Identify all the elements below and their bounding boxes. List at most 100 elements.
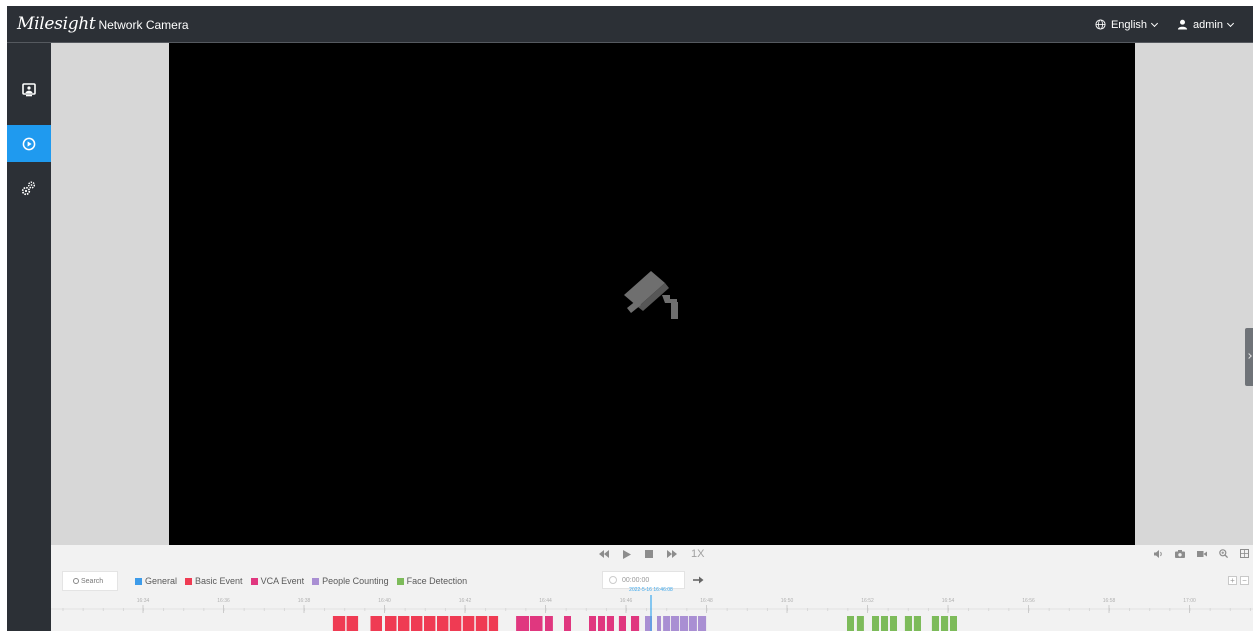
timeline-event-block[interactable]: [618, 616, 626, 631]
video-player[interactable]: [169, 43, 1135, 545]
timeline-event-block[interactable]: [606, 616, 614, 631]
timeline-tick-label: 16:56: [1022, 598, 1035, 604]
rewind-button[interactable]: [599, 550, 609, 558]
zoom-icon: [1219, 549, 1228, 558]
timeline-event-block[interactable]: [657, 616, 661, 631]
stop-button[interactable]: [645, 550, 653, 558]
legend-swatch: [312, 577, 320, 585]
timeline-event-block[interactable]: [449, 616, 462, 631]
timeline-cursor-label: 2022-5-16 16:46:08: [629, 587, 673, 593]
timeline-zoom-in-button[interactable]: +: [1228, 576, 1237, 585]
timeline-tick-label: 16:34: [136, 598, 150, 604]
timeline-event-block[interactable]: [462, 616, 475, 631]
timeline-zoom-out-button[interactable]: −: [1240, 576, 1249, 585]
legend-label: Basic Event: [195, 576, 243, 586]
timeline-event-block[interactable]: [663, 616, 671, 631]
timeline-event-block[interactable]: [437, 616, 449, 631]
timeline-event-block[interactable]: [913, 616, 921, 631]
timeline-event-block[interactable]: [872, 616, 879, 631]
timeline-event-block[interactable]: [589, 616, 596, 631]
record-button[interactable]: [1197, 550, 1207, 558]
timeline-event-block[interactable]: [545, 616, 553, 631]
brand-logo: Milesight: [17, 14, 96, 34]
clock-icon: [609, 576, 617, 584]
timeline-zoom: + −: [1225, 576, 1249, 585]
timeline-event-block[interactable]: [680, 616, 689, 631]
timeline-event-block[interactable]: [332, 616, 346, 631]
control-row: 1X: [51, 545, 1253, 565]
user-menu[interactable]: admin: [1177, 18, 1235, 31]
fullscreen-button[interactable]: [1240, 549, 1249, 558]
camera-placeholder-icon: [624, 271, 678, 319]
search-button[interactable]: Search: [62, 571, 118, 591]
timeline-event-block[interactable]: [631, 616, 640, 631]
timeline-tick-label: 16:54: [941, 598, 955, 604]
fullscreen-icon: [1240, 549, 1249, 558]
legend-item-vca-event[interactable]: VCA Event: [250, 576, 305, 586]
timeline-event-block[interactable]: [398, 616, 410, 631]
timeline-track: [51, 595, 1253, 631]
timeline-event-block[interactable]: [424, 616, 436, 631]
speed-selector[interactable]: 1X: [691, 548, 704, 560]
timeline-event-block[interactable]: [530, 616, 543, 631]
volume-button[interactable]: [1154, 549, 1163, 558]
chevron-down-icon: [1150, 19, 1159, 27]
timeline-event-block[interactable]: [671, 616, 680, 631]
play-circle-icon: [22, 137, 36, 150]
timeline-event-block[interactable]: [856, 616, 864, 631]
timeline-event-block[interactable]: [564, 616, 571, 631]
timeline[interactable]: 16:34 16:36 16:38 16:40 16:42 16:44 16:46 16:48…: [51, 587, 1253, 631]
legend-item-people-counting[interactable]: People Counting: [312, 576, 389, 586]
timeline-event-block[interactable]: [370, 616, 383, 631]
fast-forward-button[interactable]: [667, 550, 677, 558]
legend-item-face-detection[interactable]: Face Detection: [396, 576, 467, 586]
legend-swatch: [185, 577, 193, 585]
sidebar: [7, 43, 51, 631]
user-label: admin: [1193, 18, 1223, 31]
play-icon: [623, 549, 631, 559]
playback-panel: 1X Search General Basic Event VCA Event …: [51, 545, 1253, 631]
legend-label: VCA Event: [260, 576, 305, 586]
timeline-tick-label: 16:58: [1102, 598, 1116, 604]
legend-item-general[interactable]: General: [135, 576, 177, 586]
digital-zoom-button[interactable]: [1219, 549, 1228, 558]
timeline-event-block[interactable]: [411, 616, 423, 631]
sidebar-item-playback[interactable]: [7, 125, 51, 162]
timeline-event-block[interactable]: [385, 616, 397, 631]
language-label: English: [1110, 18, 1148, 31]
timeline-event-block[interactable]: [881, 616, 888, 631]
timeline-event-block[interactable]: [890, 616, 897, 631]
sidebar-item-settings[interactable]: [7, 169, 51, 206]
timeline-event-block[interactable]: [516, 616, 530, 631]
timeline-event-block[interactable]: [689, 616, 697, 631]
search-label: Search: [81, 577, 104, 585]
go-arrow-icon[interactable]: [693, 576, 704, 584]
timeline-event-block[interactable]: [475, 616, 488, 631]
event-legend: General Basic Event VCA Event People Cou…: [135, 576, 475, 586]
timeline-tick-label: 16:46: [619, 598, 633, 604]
legend-swatch: [135, 577, 142, 585]
timeline-event-block[interactable]: [698, 616, 707, 631]
timeline-event-block[interactable]: [488, 616, 499, 631]
side-panel-toggle[interactable]: [1245, 328, 1253, 386]
legend-label: General: [145, 576, 178, 586]
timeline-event-block[interactable]: [941, 616, 949, 631]
app-window: Milesight Network Camera English admin 1…: [7, 6, 1253, 631]
timeline-tick-label: 16:36: [217, 598, 230, 604]
sidebar-item-live-view[interactable]: [7, 71, 51, 108]
legend-item-basic-event[interactable]: Basic Event: [185, 576, 243, 586]
snapshot-button[interactable]: [1175, 549, 1185, 558]
top-right-menu: English admin: [1095, 6, 1253, 43]
video-stage: [51, 43, 1253, 545]
search-icon: [73, 578, 79, 584]
timeline-event-block[interactable]: [904, 616, 912, 631]
timeline-tick-label: 16:38: [297, 598, 311, 604]
timeline-event-block[interactable]: [346, 616, 359, 631]
timeline-event-block[interactable]: [950, 616, 957, 631]
timeline-event-block[interactable]: [931, 616, 939, 631]
play-button[interactable]: [623, 549, 631, 559]
timeline-event-block[interactable]: [598, 616, 605, 631]
language-selector[interactable]: English: [1095, 18, 1159, 31]
timeline-tick-label: 16:40: [378, 598, 391, 604]
timeline-event-block[interactable]: [847, 616, 854, 631]
